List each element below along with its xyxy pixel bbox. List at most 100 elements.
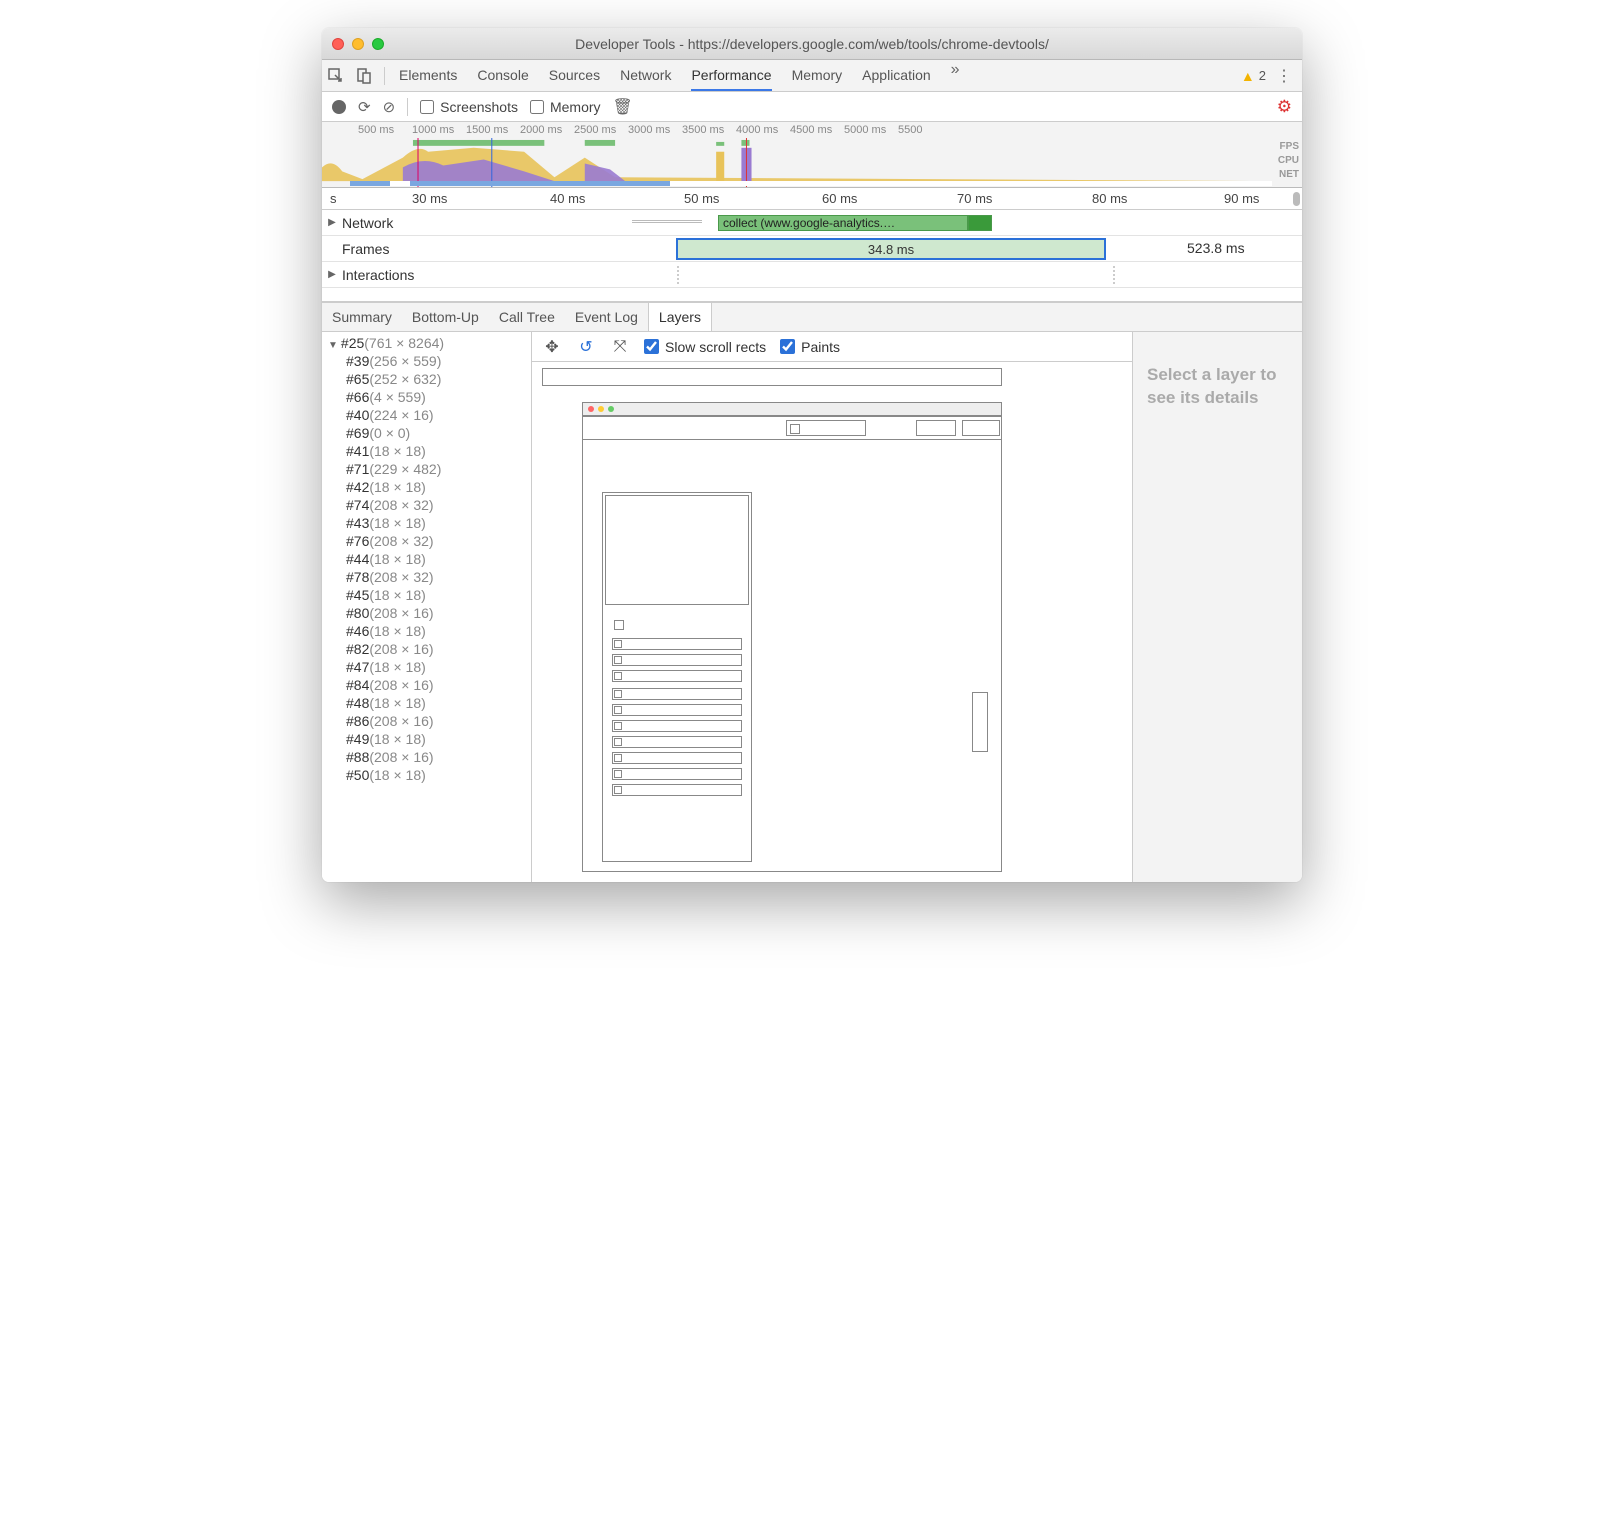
detail-message: Select a layer to see its details bbox=[1147, 364, 1288, 410]
ruler-tick: 30 ms bbox=[412, 191, 447, 206]
ruler-tick: 90 ms bbox=[1224, 191, 1259, 206]
ruler-tick: 70 ms bbox=[957, 191, 992, 206]
expand-icon[interactable]: ▶ bbox=[326, 269, 338, 280]
screenshots-input[interactable] bbox=[420, 100, 434, 114]
cpu-label: CPU bbox=[1278, 154, 1299, 168]
layer-tree-item[interactable]: #50(18 × 18) bbox=[322, 766, 531, 784]
network-request[interactable]: collect (www.google-analytics.… bbox=[718, 215, 968, 231]
interactions-track[interactable]: ▶ Interactions bbox=[322, 262, 1302, 288]
network-request-tail[interactable] bbox=[968, 215, 992, 231]
slow-scroll-input[interactable] bbox=[644, 339, 659, 354]
pan-icon[interactable]: ✥ bbox=[542, 337, 562, 357]
layer-tree-item[interactable]: #82(208 × 16) bbox=[322, 640, 531, 658]
tab-call-tree[interactable]: Call Tree bbox=[489, 303, 565, 331]
scroll-indicator[interactable] bbox=[1293, 192, 1300, 206]
tab-summary[interactable]: Summary bbox=[322, 303, 402, 331]
layer-tree-item[interactable]: #42(18 × 18) bbox=[322, 478, 531, 496]
reload-icon[interactable]: ⟳ bbox=[358, 98, 371, 116]
layer-tree-item[interactable]: #45(18 × 18) bbox=[322, 586, 531, 604]
layer-tree-item[interactable]: #25(761 × 8264) bbox=[322, 334, 531, 352]
traffic-lights bbox=[332, 38, 384, 50]
slow-scroll-checkbox[interactable]: Slow scroll rects bbox=[644, 339, 766, 355]
expand-icon[interactable]: ▶ bbox=[326, 217, 338, 228]
tab-layers[interactable]: Layers bbox=[648, 303, 712, 331]
minimize-icon[interactable] bbox=[352, 38, 364, 50]
layer-tree-item[interactable]: #78(208 × 32) bbox=[322, 568, 531, 586]
viz-toolbar: ✥ ↺ ⤧ Slow scroll rects Paints bbox=[532, 332, 1132, 362]
track-label: Interactions bbox=[342, 267, 414, 283]
screenshots-checkbox[interactable]: Screenshots bbox=[420, 99, 518, 115]
memory-checkbox[interactable]: Memory bbox=[530, 99, 601, 115]
layer-tree-item[interactable]: #41(18 × 18) bbox=[322, 442, 531, 460]
ruler-tick: 60 ms bbox=[822, 191, 857, 206]
tab-memory[interactable]: Memory bbox=[792, 61, 843, 91]
layer-tree-item[interactable]: #39(256 × 559) bbox=[322, 352, 531, 370]
layer-tree-item[interactable]: #47(18 × 18) bbox=[322, 658, 531, 676]
frames-track[interactable]: ▶ Frames 34.8 ms 523.8 ms bbox=[322, 236, 1302, 262]
layer-detail-pane: Select a layer to see its details bbox=[1132, 332, 1302, 882]
tab-event-log[interactable]: Event Log bbox=[565, 303, 648, 331]
warning-badge[interactable]: ▲ 2 bbox=[1241, 68, 1266, 84]
overview-ticks: 500 ms1000 ms1500 ms2000 ms2500 ms3000 m… bbox=[322, 122, 1302, 136]
rotate-icon[interactable]: ↺ bbox=[576, 337, 596, 357]
tab-bottom-up[interactable]: Bottom-Up bbox=[402, 303, 489, 331]
layers-panel: #25(761 × 8264)#39(256 × 559)#65(252 × 6… bbox=[322, 332, 1302, 882]
track-label: Network bbox=[342, 215, 393, 231]
tab-network[interactable]: Network bbox=[620, 61, 671, 91]
main-toolbar: Elements Console Sources Network Perform… bbox=[322, 60, 1302, 92]
drawer-tabs: Summary Bottom-Up Call Tree Event Log La… bbox=[322, 302, 1302, 332]
overview-lane-labels: FPS CPU NET bbox=[1278, 140, 1299, 182]
track-label: Frames bbox=[342, 241, 389, 257]
layer-tree-item[interactable]: #46(18 × 18) bbox=[322, 622, 531, 640]
layer-tree-item[interactable]: #86(208 × 16) bbox=[322, 712, 531, 730]
overview-pane[interactable]: 500 ms1000 ms1500 ms2000 ms2500 ms3000 m… bbox=[322, 122, 1302, 188]
tab-performance[interactable]: Performance bbox=[691, 61, 771, 91]
layer-tree-item[interactable]: #71(229 × 482) bbox=[322, 460, 531, 478]
layer-tree-item[interactable]: #76(208 × 32) bbox=[322, 532, 531, 550]
device-icon[interactable] bbox=[350, 68, 378, 84]
tab-sources[interactable]: Sources bbox=[549, 61, 600, 91]
viz-canvas[interactable] bbox=[532, 362, 1132, 882]
tab-application[interactable]: Application bbox=[862, 61, 931, 91]
kebab-menu-icon[interactable]: ⋮ bbox=[1276, 66, 1292, 86]
layer-tree-item[interactable]: #48(18 × 18) bbox=[322, 694, 531, 712]
layer-tree[interactable]: #25(761 × 8264)#39(256 × 559)#65(252 × 6… bbox=[322, 332, 532, 882]
layer-tree-item[interactable]: #80(208 × 16) bbox=[322, 604, 531, 622]
memory-input[interactable] bbox=[530, 100, 544, 114]
trash-icon[interactable]: 🗑 bbox=[613, 97, 633, 117]
ruler-tick: 40 ms bbox=[550, 191, 585, 206]
reset-icon[interactable]: ⤧ bbox=[610, 338, 630, 356]
record-icon[interactable] bbox=[332, 100, 346, 114]
close-icon[interactable] bbox=[332, 38, 344, 50]
maximize-icon[interactable] bbox=[372, 38, 384, 50]
clear-icon[interactable]: ⊘ bbox=[383, 98, 396, 116]
frame-item[interactable]: 34.8 ms bbox=[676, 238, 1106, 260]
layer-tree-item[interactable]: #40(224 × 16) bbox=[322, 406, 531, 424]
performance-toolbar: ⟳ ⊘ Screenshots Memory 🗑 ⚙ bbox=[322, 92, 1302, 122]
paints-checkbox[interactable]: Paints bbox=[780, 339, 840, 355]
layer-tree-item[interactable]: #44(18 × 18) bbox=[322, 550, 531, 568]
more-tabs-icon[interactable]: » bbox=[951, 61, 960, 91]
layer-tree-item[interactable]: #69(0 × 0) bbox=[322, 424, 531, 442]
devtools-window: Developer Tools - https://developers.goo… bbox=[322, 28, 1302, 882]
layer-tree-item[interactable]: #88(208 × 16) bbox=[322, 748, 531, 766]
settings-gear-icon[interactable]: ⚙ bbox=[1277, 97, 1292, 117]
tab-console[interactable]: Console bbox=[477, 61, 528, 91]
overview-net-lane bbox=[350, 181, 1272, 186]
layer-tree-item[interactable]: #65(252 × 632) bbox=[322, 370, 531, 388]
layer-tree-item[interactable]: #84(208 × 16) bbox=[322, 676, 531, 694]
paints-input[interactable] bbox=[780, 339, 795, 354]
tab-elements[interactable]: Elements bbox=[399, 61, 457, 91]
screenshots-label: Screenshots bbox=[440, 99, 518, 115]
layer-tree-item[interactable]: #43(18 × 18) bbox=[322, 514, 531, 532]
layer-tree-item[interactable]: #49(18 × 18) bbox=[322, 730, 531, 748]
inspect-icon[interactable] bbox=[322, 68, 350, 84]
layer-tree-item[interactable]: #66(4 × 559) bbox=[322, 388, 531, 406]
network-track[interactable]: ▶ Network collect (www.google-analytics.… bbox=[322, 210, 1302, 236]
flamechart-ruler[interactable]: s 30 ms 40 ms 50 ms 60 ms 70 ms 80 ms 90… bbox=[322, 188, 1302, 210]
overview-chart[interactable] bbox=[322, 138, 1272, 187]
window-title: Developer Tools - https://developers.goo… bbox=[322, 36, 1302, 52]
layer-tree-item[interactable]: #74(208 × 32) bbox=[322, 496, 531, 514]
frame-duration: 523.8 ms bbox=[1187, 240, 1245, 256]
net-label: NET bbox=[1278, 168, 1299, 182]
